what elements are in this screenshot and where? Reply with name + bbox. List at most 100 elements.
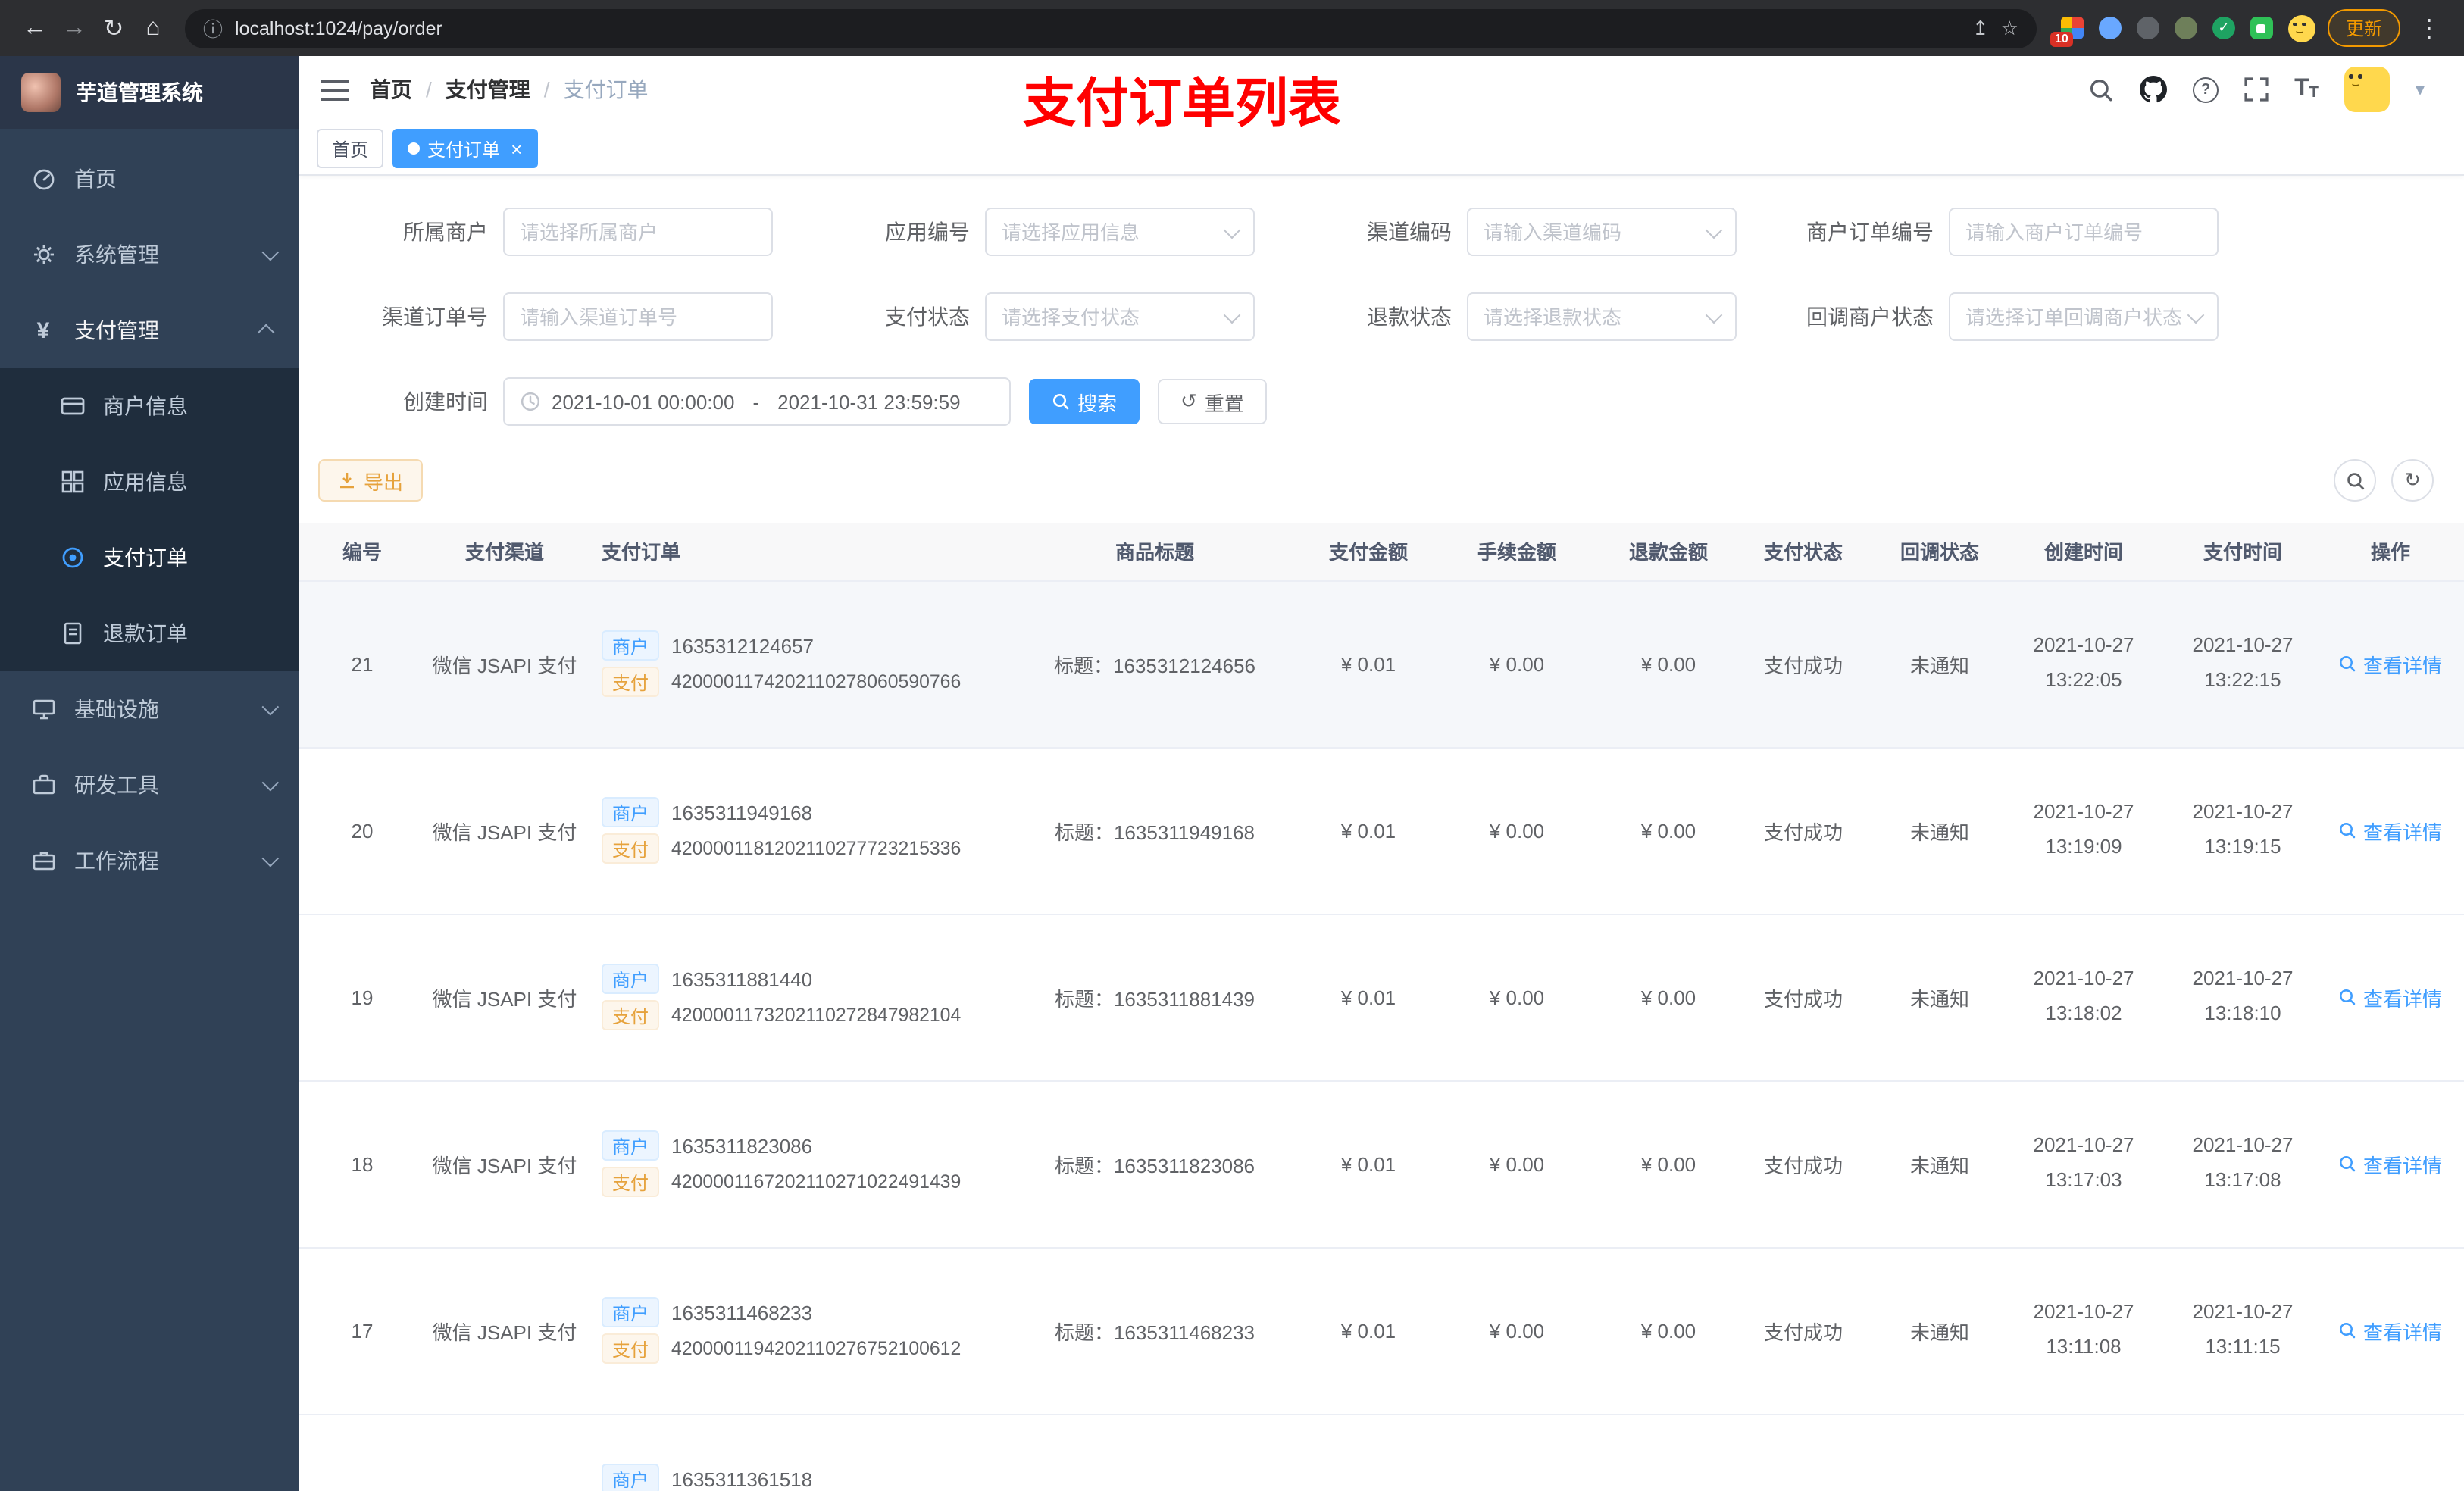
- browser-home-icon[interactable]: ⌂: [133, 14, 173, 42]
- sidebar-item-payment[interactable]: ¥ 支付管理: [0, 292, 299, 368]
- reset-button[interactable]: ↺ 重置: [1158, 379, 1267, 424]
- search-icon: [1052, 393, 1069, 410]
- breadcrumb-home[interactable]: 首页: [370, 74, 412, 105]
- browser-menu-icon[interactable]: ⋮: [2409, 13, 2449, 43]
- cell-channel: 微信 JSAPI 支付: [426, 1247, 583, 1414]
- sidebar-item-label: 首页: [74, 167, 117, 191]
- sidebar-item-label: 基础设施: [74, 697, 159, 721]
- browser-profile-avatar[interactable]: [2287, 14, 2315, 42]
- merchant-input[interactable]: [503, 208, 773, 256]
- sidebar-item-infrastructure[interactable]: 基础设施: [0, 671, 299, 747]
- cell-title: [996, 1414, 1314, 1491]
- filter-label-channel-code: 渠道编码: [1367, 220, 1452, 244]
- export-button[interactable]: 导出: [318, 459, 424, 502]
- site-info-icon[interactable]: ⓘ: [203, 14, 223, 42]
- close-icon[interactable]: ×: [511, 139, 522, 158]
- reload-icon[interactable]: ↻: [94, 13, 133, 43]
- sidebar-item-pay-order[interactable]: 支付订单: [0, 520, 299, 595]
- logo-image: [21, 73, 61, 112]
- notify-status-input[interactable]: [1949, 292, 2219, 341]
- header-refund: 退款金额: [1611, 523, 1726, 581]
- extension-drop-icon[interactable]: [2098, 17, 2122, 39]
- sidebar-item-dev-tools[interactable]: 研发工具: [0, 747, 299, 823]
- refund-status-select[interactable]: [1467, 292, 1737, 341]
- search-icon[interactable]: [2088, 77, 2114, 102]
- bookmark-star-icon[interactable]: ☆: [2001, 16, 2018, 40]
- sidebar-item-system[interactable]: 系统管理: [0, 217, 299, 292]
- share-icon[interactable]: ↥: [1972, 16, 1989, 40]
- help-icon[interactable]: [2193, 77, 2219, 102]
- github-icon[interactable]: [2140, 76, 2168, 103]
- app-input[interactable]: [985, 208, 1255, 256]
- channel-code-select[interactable]: [1467, 208, 1737, 256]
- tab-pay-order[interactable]: 支付订单 ×: [392, 129, 538, 168]
- orders-table: 编号 支付渠道 支付订单 商品标题 支付金额 手续金额 退款金额 支付状态 回调…: [299, 523, 2464, 1491]
- extension-check-icon[interactable]: ✓: [2212, 17, 2235, 39]
- sidebar-item-workflow[interactable]: 工作流程: [0, 823, 299, 899]
- caret-down-icon[interactable]: ▾: [2416, 79, 2425, 100]
- address-bar[interactable]: ⓘ localhost:1024/pay/order ↥ ☆: [185, 8, 2037, 48]
- table-row: 20 微信 JSAPI 支付 商户 1635311949168 支付 4200001…: [299, 747, 2464, 914]
- merchant-select[interactable]: [503, 208, 773, 256]
- browser-update-button[interactable]: 更新: [2327, 9, 2400, 47]
- extension-dark-icon[interactable]: [2136, 17, 2159, 39]
- cell-actions: 查看详情: [2317, 580, 2464, 748]
- cell-create-time: 2021-10-27 13:19:09: [1999, 747, 2169, 914]
- pay-status-select[interactable]: [985, 292, 1255, 341]
- cell-pay-order: 商户 1635311881440 支付 4200001173202110272847…: [583, 914, 996, 1081]
- filter-row-1: 所属商户 应用编号 渠道编码: [299, 208, 2464, 256]
- extension-chat-icon[interactable]: [2250, 17, 2273, 39]
- tab-home[interactable]: 首页: [317, 129, 384, 168]
- channel-order-no-input[interactable]: [503, 292, 773, 341]
- toggle-search-button[interactable]: [2334, 459, 2376, 502]
- cell-pay-time: [2169, 1414, 2317, 1491]
- hamburger-icon[interactable]: [299, 78, 370, 101]
- extension-olive-icon[interactable]: [2174, 17, 2197, 39]
- sidebar-item-merchant-info[interactable]: 商户信息: [0, 368, 299, 444]
- app-logo[interactable]: 芋道管理系统: [0, 56, 299, 129]
- chevron-down-icon: [261, 243, 280, 261]
- view-detail-link[interactable]: 查看详情: [2339, 649, 2442, 678]
- view-detail-link[interactable]: 查看详情: [2339, 983, 2442, 1011]
- tab-label: 支付订单: [427, 139, 501, 160]
- view-detail-link[interactable]: 查看详情: [2339, 816, 2442, 845]
- cell-title: 标题：1635312124656: [996, 580, 1314, 748]
- cell-actions: 查看详情: [2317, 914, 2464, 1081]
- sidebar-item-app-info[interactable]: 应用信息: [0, 444, 299, 520]
- app-select[interactable]: [985, 208, 1255, 256]
- view-detail-link[interactable]: 查看详情: [2339, 1149, 2442, 1178]
- pay-status-input[interactable]: [985, 292, 1255, 341]
- yen-icon: ¥: [36, 317, 50, 343]
- cell-id: 19: [299, 914, 426, 1081]
- header-id: 编号: [299, 523, 426, 581]
- cell-pay-order: 商户 1635311823086 支付 4200001167202110271022…: [583, 1080, 996, 1248]
- cell-title: 标题：1635311949168: [996, 747, 1314, 914]
- merchant-order-no-field[interactable]: [1949, 208, 2219, 256]
- cell-status: 支付成功: [1726, 747, 1881, 914]
- cell-channel: [426, 1414, 583, 1491]
- header-actions: 操作: [2317, 523, 2464, 581]
- font-size-icon[interactable]: [2294, 77, 2319, 102]
- channel-code-input[interactable]: [1467, 208, 1737, 256]
- extension-grid-icon[interactable]: 10: [2050, 17, 2084, 47]
- sidebar-item-refund-order[interactable]: 退款订单: [0, 595, 299, 671]
- create-time-range-picker[interactable]: 2021-10-01 00:00:00 - 2021-10-31 23:59:5…: [503, 377, 1011, 426]
- notify-status-select[interactable]: [1949, 292, 2219, 341]
- sidebar-item-home[interactable]: 首页: [0, 141, 299, 217]
- forward-icon[interactable]: →: [55, 14, 94, 42]
- clock-icon: [521, 392, 540, 411]
- sidebar-item-label: 系统管理: [74, 242, 159, 267]
- cell-amount: [1314, 1414, 1423, 1491]
- merchant-order-no-input[interactable]: [1949, 208, 2219, 256]
- refund-status-input[interactable]: [1467, 292, 1737, 341]
- fullscreen-icon[interactable]: [2244, 77, 2269, 102]
- view-detail-link[interactable]: 查看详情: [2339, 1316, 2442, 1345]
- user-avatar[interactable]: [2344, 67, 2390, 112]
- breadcrumb-payment[interactable]: 支付管理: [446, 74, 530, 105]
- back-icon[interactable]: ←: [15, 14, 55, 42]
- cell-create-time: [1999, 1414, 2169, 1491]
- channel-order-no-field[interactable]: [503, 292, 773, 341]
- cell-title: 标题：1635311881439: [996, 914, 1314, 1081]
- refresh-button[interactable]: ↻: [2391, 459, 2434, 502]
- search-button[interactable]: 搜索: [1029, 379, 1140, 424]
